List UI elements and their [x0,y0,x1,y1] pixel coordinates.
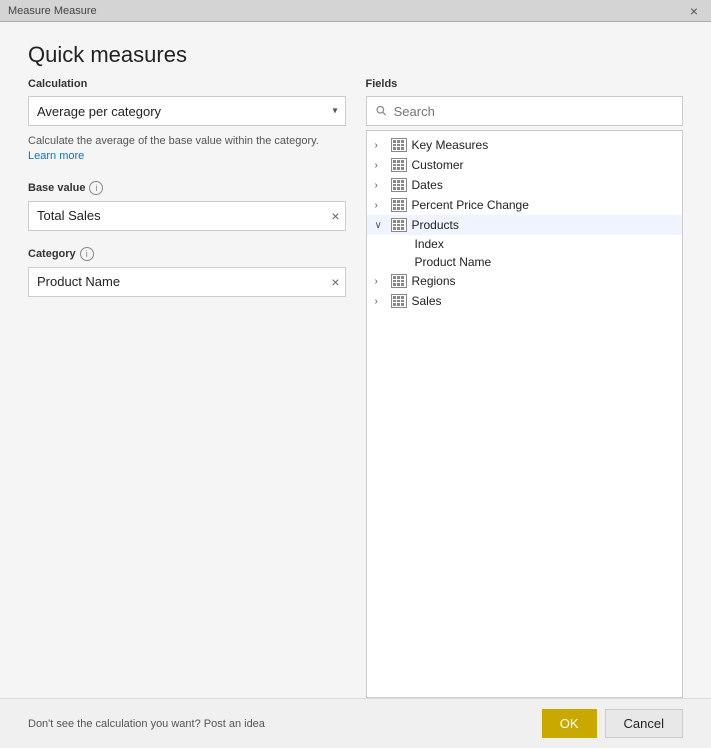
table-icon-percent [391,198,407,212]
tree-item-dates[interactable]: › Dates [367,175,683,195]
tree-item-regions[interactable]: › Regions [367,271,683,291]
table-icon-dates [391,178,407,192]
cancel-button[interactable]: Cancel [605,709,683,738]
table-icon-regions [391,274,407,288]
category-clear-button[interactable]: × [331,275,339,289]
dates-label: Dates [412,178,443,192]
table-icon-products [391,218,407,232]
table-icon-customer [391,158,407,172]
base-value-input[interactable] [28,201,346,231]
right-panel: Fields › [366,78,684,698]
category-info-icon[interactable]: i [80,247,94,261]
category-input-wrapper: × [28,267,346,297]
dialog-wrapper: Measure Measure × Quick measures Calcula… [0,0,711,748]
tree-item-sales[interactable]: › Sales [367,291,683,311]
base-value-clear-button[interactable]: × [331,209,339,223]
table-icon-key-measures [391,138,407,152]
chevron-customer-icon: › [375,160,389,171]
dialog-footer: Don't see the calculation you want? Post… [0,698,711,748]
calculation-dropdown-wrapper: Average per category ▾ [28,96,346,126]
products-label: Products [412,218,459,232]
tree-item-products[interactable]: ∨ Products [367,215,683,235]
dialog: Quick measures Calculation Average per c… [0,22,711,748]
tree-child-product-name[interactable]: Product Name [367,253,683,271]
search-input[interactable] [394,104,674,119]
category-label-row: Category i [28,247,346,261]
sales-label: Sales [412,294,442,308]
dialog-body: Calculation Average per category ▾ Calcu… [0,78,711,698]
category-input[interactable] [28,267,346,297]
category-label: Category [28,248,76,260]
calc-description: Calculate the average of the base value … [28,134,346,165]
base-value-label: Base value [28,182,85,194]
fields-label: Fields [366,78,684,90]
table-icon-sales [391,294,407,308]
index-label: Index [415,237,444,251]
title-bar: Measure Measure × [0,0,711,22]
tree-item-percent-price-change[interactable]: › Percent Price Change [367,195,683,215]
percent-price-change-label: Percent Price Change [412,198,529,212]
footer-buttons: OK Cancel [542,709,683,738]
dialog-title: Quick measures [0,22,711,78]
search-box [366,96,684,126]
close-button[interactable]: × [685,2,703,20]
learn-more-link[interactable]: Learn more [28,150,84,162]
search-icon [375,104,388,118]
tree-child-index[interactable]: Index [367,235,683,253]
calculation-label: Calculation [28,78,346,90]
chevron-key-measures-icon: › [375,140,389,151]
regions-label: Regions [412,274,456,288]
product-name-label: Product Name [415,255,492,269]
footer-help-text: Don't see the calculation you want? Post… [28,718,265,730]
calculation-dropdown[interactable]: Average per category [28,96,346,126]
chevron-dates-icon: › [375,180,389,191]
chevron-percent-icon: › [375,200,389,211]
chevron-sales-icon: › [375,296,389,307]
tree-item-key-measures[interactable]: › Key Measures [367,135,683,155]
base-value-label-row: Base value i [28,181,346,195]
ok-button[interactable]: OK [542,709,597,738]
base-value-input-wrapper: × [28,201,346,231]
fields-tree: › Key Measures › [366,130,684,698]
tree-item-customer[interactable]: › Customer [367,155,683,175]
left-panel: Calculation Average per category ▾ Calcu… [28,78,346,698]
chevron-regions-icon: › [375,276,389,287]
key-measures-label: Key Measures [412,138,489,152]
chevron-products-icon: ∨ [375,220,389,231]
base-value-info-icon[interactable]: i [89,181,103,195]
title-bar-text: Measure Measure [8,5,97,17]
customer-label: Customer [412,158,464,172]
